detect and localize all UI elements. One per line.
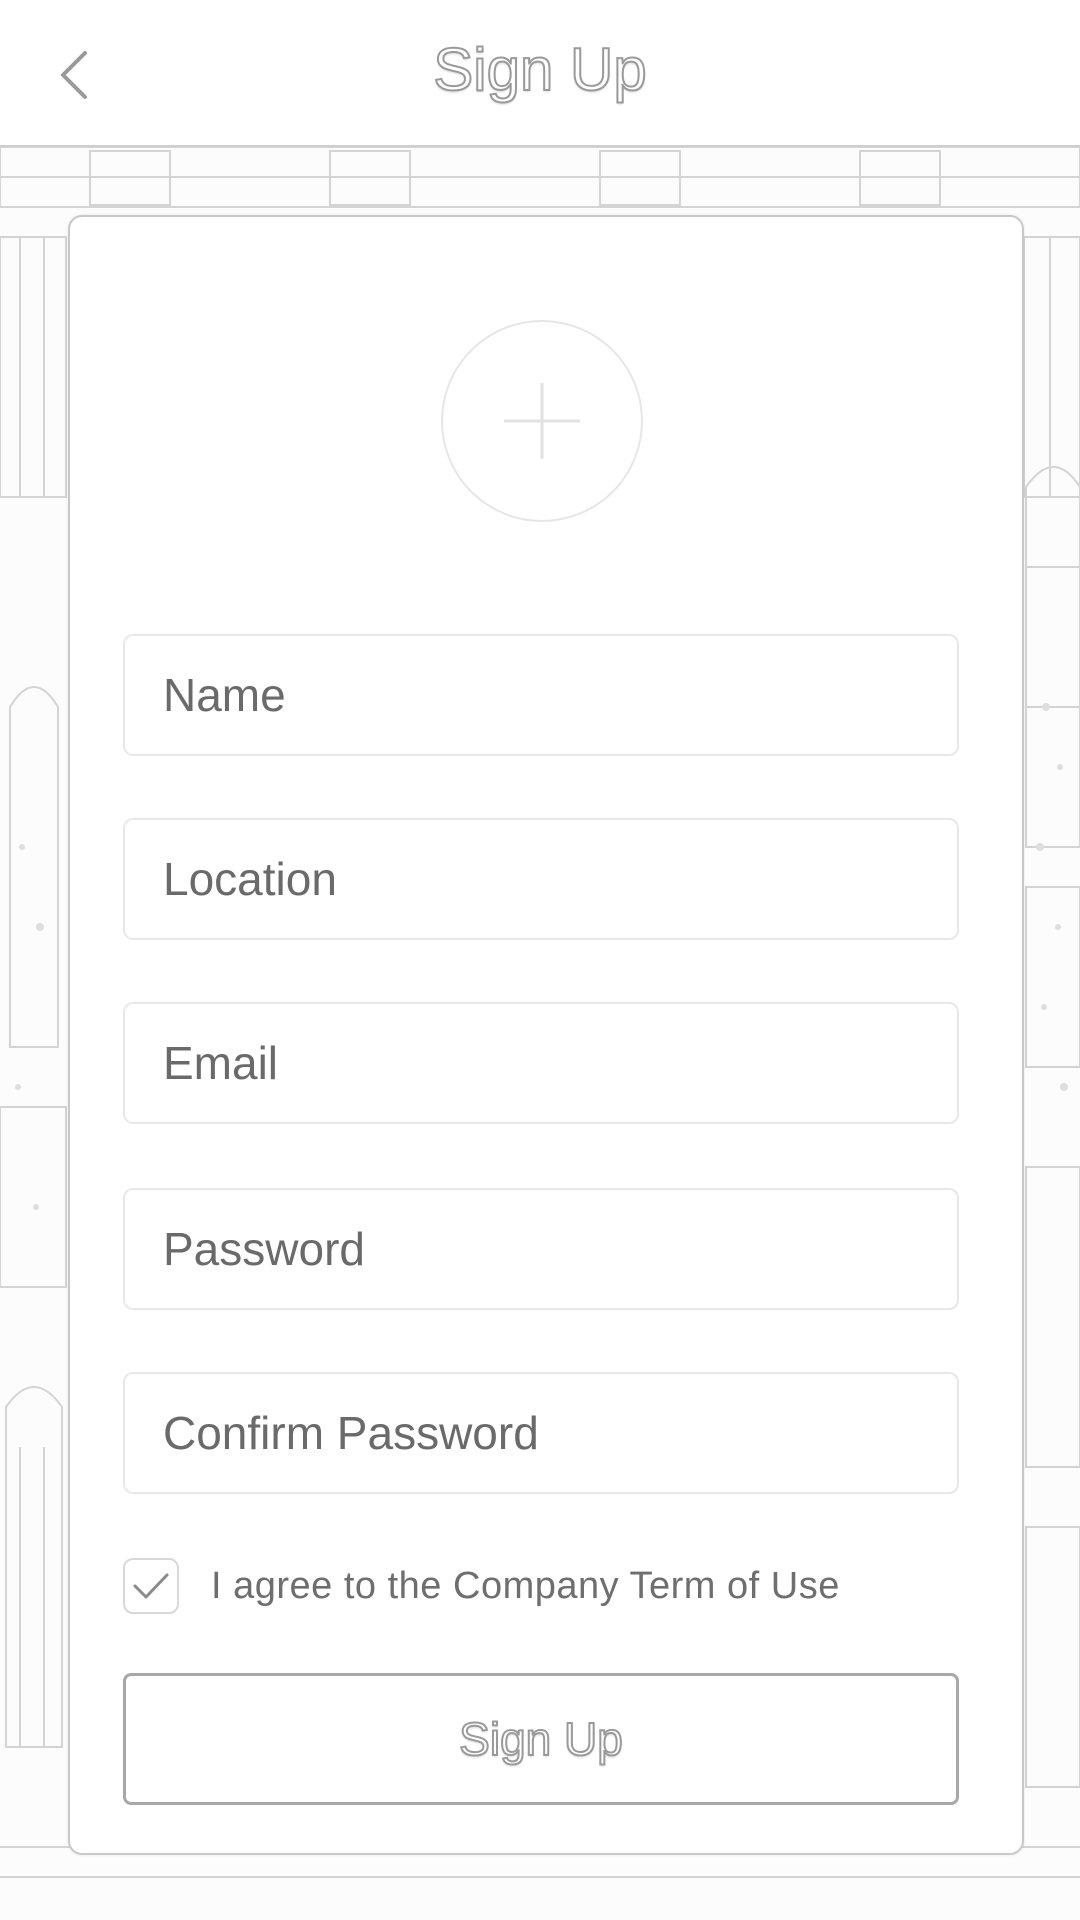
- location-input[interactable]: [125, 820, 957, 938]
- name-field: [123, 634, 959, 756]
- name-input[interactable]: [125, 636, 957, 754]
- password-input[interactable]: [125, 1190, 957, 1308]
- email-field: [123, 1002, 959, 1124]
- terms-label: I agree to the Company Term of Use: [211, 1565, 840, 1608]
- signup-card: I agree to the Company Term of Use Sign …: [68, 215, 1024, 1855]
- email-input[interactable]: [125, 1004, 957, 1122]
- checkmark-icon: [133, 1573, 169, 1599]
- page-title: Sign Up: [432, 35, 647, 104]
- confirm-password-input[interactable]: [125, 1374, 957, 1492]
- plus-icon: [504, 383, 580, 459]
- confirm-password-field: [123, 1372, 959, 1494]
- terms-checkbox[interactable]: [123, 1558, 179, 1614]
- terms-agreement-row: I agree to the Company Term of Use: [123, 1557, 840, 1615]
- terms-prefix: I agree to the: [211, 1564, 442, 1607]
- add-photo-button[interactable]: [441, 320, 643, 522]
- top-bar: Sign Up: [0, 0, 1080, 147]
- sign-up-button[interactable]: Sign Up: [123, 1673, 959, 1805]
- password-field: [123, 1188, 959, 1310]
- terms-of-use-link[interactable]: Company Term of Use: [453, 1565, 840, 1607]
- location-field: [123, 818, 959, 940]
- sign-up-button-label: Sign Up: [458, 1712, 624, 1766]
